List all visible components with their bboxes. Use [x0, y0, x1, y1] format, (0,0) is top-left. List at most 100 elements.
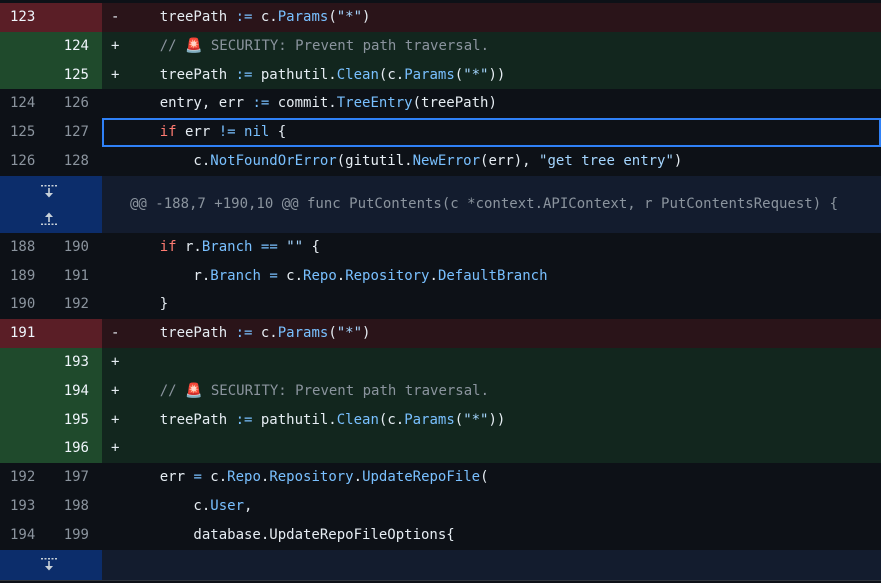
code-token: c.	[277, 267, 304, 284]
new-line-number[interactable]: 128	[51, 147, 102, 176]
old-line-number[interactable]: 126	[0, 147, 51, 176]
code-token: :=	[235, 66, 253, 83]
code-token: "get tree entry"	[539, 152, 674, 169]
old-line-number[interactable]	[0, 434, 51, 464]
old-line-number[interactable]: 125	[0, 118, 51, 147]
unfold-up-icon[interactable]	[38, 208, 60, 228]
expander-gutter	[0, 175, 102, 233]
diff-marker: -	[111, 9, 120, 25]
old-line-number[interactable]: 193	[0, 492, 51, 521]
old-line-number[interactable]: 194	[0, 521, 51, 550]
code-token: treePath	[126, 411, 236, 428]
new-line-number[interactable]: 191	[51, 262, 102, 291]
code-token: entry, err	[126, 95, 253, 112]
deleted-line: 123 - treePath := c.Params("*")	[0, 3, 881, 32]
code-token: }	[126, 296, 169, 313]
old-line-number[interactable]: 124	[0, 89, 51, 118]
deleted-line: 191 - treePath := c.Params("*")	[0, 319, 881, 348]
code-text: err = c.Repo.Repository.UpdateRepoFile(	[126, 463, 881, 492]
code-text: // 🚨 SECURITY: Prevent path traversal.	[126, 377, 881, 406]
diff-marker	[102, 233, 126, 262]
code-token: .	[353, 469, 363, 486]
new-line-number[interactable]: 197	[51, 463, 102, 492]
code-token: (gitutil.	[336, 152, 413, 169]
old-line-number[interactable]	[0, 60, 51, 90]
old-line-number[interactable]: 192	[0, 463, 51, 492]
new-line-number[interactable]: 195	[51, 405, 102, 435]
code-token: Params	[404, 411, 455, 428]
code-token: (c.	[378, 411, 405, 428]
code-token: // 🚨 SECURITY: Prevent path traversal.	[159, 382, 490, 399]
context-line: 188 190 if r.Branch == "" {	[0, 233, 881, 262]
added-line: 194 + // 🚨 SECURITY: Prevent path travers…	[0, 376, 881, 406]
code-token: Repo	[227, 469, 261, 486]
unfold-down-icon[interactable]	[38, 555, 60, 575]
old-line-number[interactable]: 189	[0, 262, 51, 291]
code-token: c.	[126, 497, 211, 514]
diff-marker	[102, 492, 126, 521]
old-line-number[interactable]: 123	[0, 3, 51, 32]
hunk-header-text: @@ -188,7 +190,10 @@ func PutContents(c …	[130, 195, 839, 212]
added-line: 125 + treePath := pathutil.Clean(c.Params…	[0, 60, 881, 90]
code-token: :=	[235, 325, 253, 342]
hunk-header: @@ -188,7 +190,10 @@ func PutContents(c …	[0, 175, 881, 233]
old-line-number[interactable]: 191	[0, 319, 51, 348]
code-token: {	[269, 124, 287, 141]
code-token: database.UpdateRepoFileOptions{	[126, 526, 455, 543]
new-line-number[interactable]: 198	[51, 492, 102, 521]
context-line: 125 127 if err != nil {	[0, 118, 881, 147]
code-token: NewError	[412, 152, 481, 169]
new-line-number[interactable]: 127	[51, 118, 102, 147]
code-text: entry, err := commit.TreeEntry(treePath)	[126, 89, 881, 118]
code-text: treePath := pathutil.Clean(c.Params("*")…	[126, 61, 881, 90]
code-text: c.User,	[126, 492, 881, 521]
code-token: Repo	[303, 267, 337, 284]
code-token: r.	[176, 238, 202, 255]
diff-marker: +	[111, 440, 120, 457]
code-text: treePath := c.Params("*")	[126, 3, 881, 32]
new-line-number[interactable]: 194	[51, 376, 102, 406]
diff-marker	[102, 89, 126, 118]
code-token: (err),	[480, 152, 540, 169]
new-line-number[interactable]: 125	[51, 60, 102, 90]
new-line-number[interactable]	[51, 3, 102, 32]
new-line-number[interactable]: 193	[51, 347, 102, 377]
new-line-number[interactable]: 192	[51, 290, 102, 319]
code-token: Params	[277, 325, 329, 342]
old-line-number[interactable]	[0, 405, 51, 435]
new-line-number[interactable]: 199	[51, 521, 102, 550]
old-line-number[interactable]	[0, 31, 51, 61]
new-line-number[interactable]: 196	[51, 434, 102, 464]
old-line-number[interactable]: 190	[0, 290, 51, 319]
old-line-number[interactable]	[0, 376, 51, 406]
code-token: (treePath)	[412, 95, 497, 112]
diff-marker: -	[111, 325, 120, 342]
code-token: treePath	[126, 66, 236, 83]
code-token: (c.	[378, 66, 405, 83]
code-text: // 🚨 SECURITY: Prevent path traversal.	[126, 32, 881, 61]
code-token: .	[429, 267, 438, 284]
code-token: c.	[126, 152, 211, 169]
context-line: 189 191 r.Branch = c.Repo.Repository.Defa…	[0, 262, 881, 291]
code-token: User	[210, 497, 245, 514]
new-line-number[interactable]	[51, 319, 102, 348]
unfold-down-icon[interactable]	[38, 182, 60, 202]
code-token: TreeEntry	[336, 95, 413, 112]
new-line-number[interactable]: 190	[51, 233, 102, 262]
code-token: )	[362, 325, 371, 342]
new-line-number[interactable]: 126	[51, 89, 102, 118]
code-token: (	[480, 469, 489, 486]
old-line-number[interactable]	[0, 347, 51, 377]
code-token: treePath	[126, 9, 236, 25]
diff-marker	[102, 463, 126, 492]
code-token: Params	[277, 9, 329, 25]
code-token: "*"	[336, 325, 363, 342]
code-token: :=	[235, 411, 253, 428]
old-line-number[interactable]: 188	[0, 233, 51, 262]
new-line-number[interactable]: 124	[51, 31, 102, 61]
